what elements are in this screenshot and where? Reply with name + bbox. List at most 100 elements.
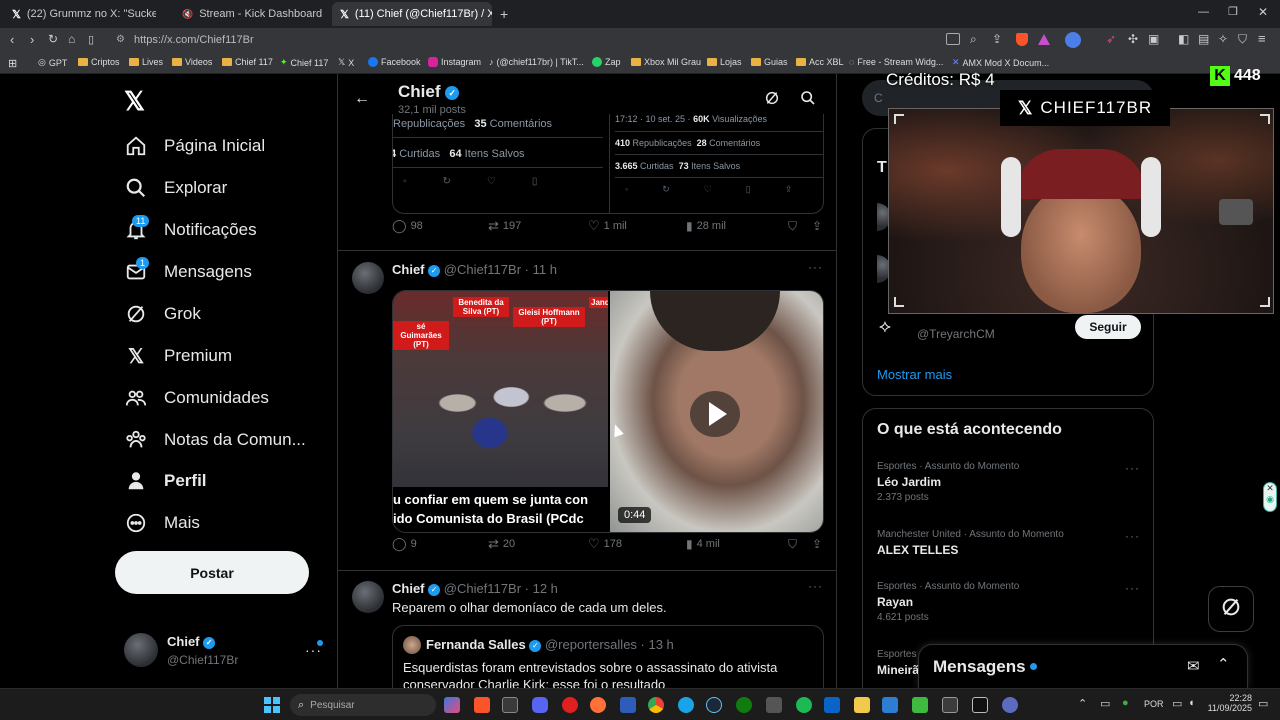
green-app-icon[interactable] xyxy=(912,697,928,713)
bookmark-lojas[interactable]: Lojas xyxy=(707,57,742,67)
notifications-icon[interactable]: ▭ xyxy=(1258,697,1268,710)
clock[interactable]: 22:28 11/09/2025 xyxy=(1206,693,1252,713)
taskbar-search[interactable]: ⌕ Pesquisar xyxy=(290,694,436,716)
outlook-icon[interactable] xyxy=(824,697,840,713)
quoted-screenshot-card[interactable]: Republicações 35 Comentários 4 Curtidas … xyxy=(392,114,824,214)
quoted-post[interactable]: Fernanda Salles ✓ @reportersalles · 13 h… xyxy=(392,625,824,688)
bookmark-button[interactable]: ⛉ xyxy=(788,219,797,234)
views-button[interactable]: ▮ 4 mil xyxy=(686,537,720,551)
nav-explore[interactable]: Explorar xyxy=(124,173,227,203)
repost-button[interactable]: ⇄ 197 xyxy=(488,218,521,234)
author-handle[interactable]: @Chief117Br xyxy=(444,262,521,277)
chrome-icon[interactable] xyxy=(648,697,664,713)
profile-icon[interactable] xyxy=(1065,32,1081,48)
vpn-shield-icon[interactable]: ⛉ xyxy=(1238,32,1247,47)
back-arrow-icon[interactable]: ← xyxy=(354,90,370,108)
search-icon[interactable] xyxy=(800,90,816,111)
bookmark-facebook[interactable]: Facebook xyxy=(368,57,421,67)
show-more-link[interactable]: Mostrar mais xyxy=(877,367,952,382)
back-button[interactable]: ‹ xyxy=(10,32,14,47)
post-time[interactable]: · 11 h xyxy=(525,262,557,277)
post2-avatar[interactable] xyxy=(352,262,384,294)
firefox-icon[interactable] xyxy=(590,697,606,713)
bookmark-button[interactable]: ⛉ xyxy=(788,537,797,552)
bookmark-zap[interactable]: Zap xyxy=(592,57,621,67)
extensions-puzzle-icon[interactable]: ✣ xyxy=(1128,32,1138,46)
tab-kick-dashboard[interactable]: 🔇 Stream - Kick Dashboard xyxy=(168,2,328,26)
cast-icon[interactable] xyxy=(946,33,960,45)
minimize-button[interactable]: — xyxy=(1198,6,1209,18)
tab-chief-x[interactable]: 𝕏 (11) Chief (@Chief117Br) / X ✕ xyxy=(332,2,492,26)
notepad-icon[interactable] xyxy=(882,697,898,713)
language-indicator[interactable]: POR xyxy=(1144,699,1164,709)
post2-video[interactable]: 0:44 xyxy=(610,291,823,532)
bookmark-stream-widgets[interactable]: ◌ Free - Stream Widg... xyxy=(849,57,943,67)
brave-shield-icon[interactable] xyxy=(1016,33,1028,46)
tab-grummz[interactable]: 𝕏 (22) Grummz no X: "Suckerpunch Ser xyxy=(4,2,164,26)
app-icon[interactable] xyxy=(1002,697,1018,713)
new-message-icon[interactable]: ✉ xyxy=(1187,657,1200,675)
author-handle[interactable]: @Chief117Br xyxy=(444,581,521,596)
trend-more-icon[interactable]: ··· xyxy=(1125,529,1140,543)
trend-more-icon[interactable]: ··· xyxy=(1125,581,1140,595)
discord-icon[interactable] xyxy=(532,697,548,713)
side-widget[interactable]: ✕ ◉ xyxy=(1263,482,1277,512)
post-more-icon[interactable]: ··· xyxy=(808,579,823,593)
post3-avatar[interactable] xyxy=(352,581,384,613)
nav-community-notes[interactable]: Notas da Comun... xyxy=(124,425,306,455)
reload-button[interactable]: ↻ xyxy=(48,32,58,46)
microphone-icon[interactable]: ● xyxy=(1122,697,1129,709)
url-input[interactable]: https://x.com/Chief117Br xyxy=(134,34,254,46)
trend-more-icon[interactable]: ··· xyxy=(1125,461,1140,475)
tray-chevron-icon[interactable]: ⌃ xyxy=(1078,697,1087,710)
bookmark-chief-117[interactable]: Chief 117 xyxy=(222,57,273,67)
widget-icon[interactable]: ◉ xyxy=(1264,494,1276,505)
post-button[interactable]: Postar xyxy=(115,551,309,594)
leo-ai-icon[interactable]: ✧ xyxy=(1218,32,1228,46)
messages-drawer[interactable]: Mensagens ✉ ⌃ xyxy=(918,644,1248,688)
account-avatar[interactable] xyxy=(124,633,158,667)
bookmark-videos[interactable]: Videos xyxy=(172,57,212,67)
maximize-button[interactable]: ❐ xyxy=(1228,5,1238,18)
sidebar-toggle-icon[interactable]: ◧ xyxy=(1178,32,1189,46)
share-button[interactable]: ⇪ xyxy=(812,219,822,233)
repost-button[interactable]: ⇄ 20 xyxy=(488,536,515,552)
shield-app-icon[interactable] xyxy=(620,697,636,713)
steam-icon[interactable] xyxy=(706,697,722,713)
obs-icon[interactable] xyxy=(942,697,958,713)
post-time[interactable]: · 12 h xyxy=(525,581,558,596)
views-button[interactable]: ▮ 28 mil xyxy=(686,219,726,233)
edge-icon[interactable] xyxy=(678,697,694,713)
copilot-icon[interactable] xyxy=(444,697,460,713)
menu-icon[interactable]: ≡ xyxy=(1258,31,1266,46)
bookmark-chief-117-kick[interactable]: ✦ Chief 117 xyxy=(280,57,328,68)
grok-floating-button[interactable] xyxy=(1208,586,1254,632)
like-button[interactable]: ♡ 178 xyxy=(588,536,622,552)
bookmark-tiktok[interactable]: ♪ (@chief117br) | TikT... xyxy=(489,57,584,67)
app-icon[interactable] xyxy=(972,697,988,713)
post-more-icon[interactable]: ··· xyxy=(808,260,823,274)
expand-icon[interactable]: ⌃ xyxy=(1217,655,1230,673)
media-icon[interactable]: ▣ xyxy=(1148,32,1159,46)
bookmark-acc-xbl[interactable]: Acc XBL xyxy=(796,57,844,67)
wallet-icon[interactable]: ▤ xyxy=(1198,32,1209,46)
nav-profile[interactable]: Perfil xyxy=(124,466,207,496)
author-name[interactable]: Chief xyxy=(392,581,425,596)
bookmark-xbox-mil-grau[interactable]: Xbox Mil Grau xyxy=(631,57,701,67)
close-window-button[interactable]: ✕ xyxy=(1258,5,1268,19)
nav-more[interactable]: Mais xyxy=(124,508,200,538)
app-icon[interactable] xyxy=(502,697,518,713)
zoom-icon[interactable]: ⌕ xyxy=(970,32,977,47)
opera-icon[interactable] xyxy=(562,697,578,713)
grok-icon[interactable] xyxy=(764,90,780,111)
x-logo-icon[interactable]: 𝕏 xyxy=(124,86,145,117)
trend-item[interactable]: Manchester United · Assunto do Momento A… xyxy=(877,529,1147,557)
spotify-icon[interactable] xyxy=(796,697,812,713)
app-icon[interactable] xyxy=(766,697,782,713)
tray-app-icon[interactable]: ▭ xyxy=(1100,697,1110,710)
nav-communities[interactable]: Comunidades xyxy=(124,383,269,413)
bookmark-x[interactable]: 𝕏X xyxy=(338,57,354,68)
account-name-row[interactable]: Chief ✓ xyxy=(167,634,216,649)
home-button[interactable]: ⌂ xyxy=(68,32,75,46)
bookmark-criptos[interactable]: Criptos xyxy=(78,57,120,67)
